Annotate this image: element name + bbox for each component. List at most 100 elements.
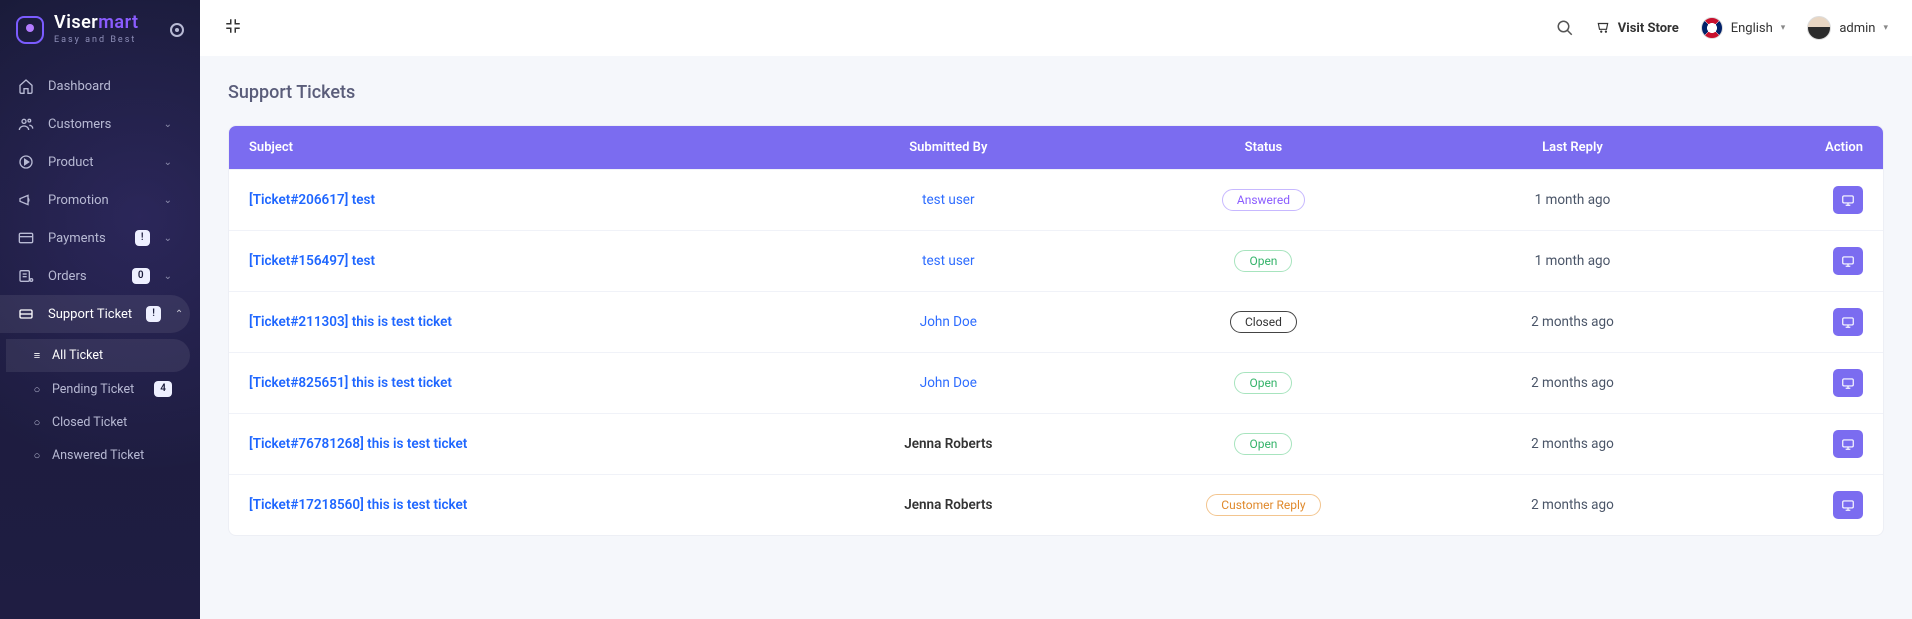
- sidebar-item-promotion[interactable]: Promotion ⌄: [0, 181, 190, 219]
- sidebar-subitem-closed-ticket[interactable]: ○ Closed Ticket: [6, 406, 190, 439]
- submitted-by: Jenna Roberts: [904, 497, 992, 513]
- badge: 0: [132, 268, 150, 284]
- submitted-by[interactable]: John Doe: [920, 375, 977, 391]
- brand-tagline: Easy and Best: [54, 36, 139, 45]
- last-reply: 2 months ago: [1531, 314, 1614, 330]
- search-button[interactable]: [1556, 19, 1574, 37]
- sidebar: Visermart Easy and Best Dashboard Custome…: [0, 0, 200, 619]
- badge: !: [135, 230, 150, 246]
- sidebar-item-label: Payments: [48, 231, 121, 246]
- sidebar-subitem-label: All Ticket: [52, 348, 172, 363]
- sidebar-subitem-all-ticket[interactable]: ≡ All Ticket: [6, 339, 190, 372]
- flag-uk-icon: [1701, 17, 1723, 39]
- badge: 4: [154, 381, 172, 397]
- sidebar-menu: DashboardCustomers⌄Product⌄Promotion⌄Pay…: [0, 63, 200, 482]
- sidebar-item-label: Promotion: [48, 193, 150, 208]
- avatar-icon: [1807, 16, 1831, 40]
- page-title: Support Tickets: [228, 82, 1884, 103]
- chevron-down-icon: ▾: [1781, 23, 1786, 33]
- chevron-down-icon: ⌄: [164, 271, 172, 282]
- submitted-by: Jenna Roberts: [904, 436, 992, 452]
- ticket-icon: [18, 306, 34, 322]
- visit-store-label: Visit Store: [1618, 21, 1679, 36]
- table-row: [Ticket#17218560] this is test ticket Jen…: [229, 475, 1883, 536]
- sidebar-item-support-ticket[interactable]: Support Ticket!⌃: [0, 295, 190, 333]
- fullscreen-toggle-icon[interactable]: [224, 17, 242, 39]
- admin-menu[interactable]: admin ▾: [1807, 16, 1888, 40]
- brand[interactable]: Visermart Easy and Best: [0, 0, 200, 63]
- ticket-subject-link[interactable]: [Ticket#211303] this is test ticket: [249, 314, 452, 330]
- submitted-by[interactable]: test user: [922, 253, 974, 269]
- chevron-down-icon: ▾: [1883, 23, 1888, 33]
- view-ticket-button[interactable]: [1833, 491, 1863, 519]
- ticket-subject-link[interactable]: [Ticket#17218560] this is test ticket: [249, 497, 467, 513]
- sidebar-subitem-answered-ticket[interactable]: ○ Answered Ticket: [6, 439, 190, 472]
- play-icon: [18, 154, 34, 170]
- status-badge: Closed: [1230, 311, 1297, 333]
- view-ticket-button[interactable]: [1833, 430, 1863, 458]
- tickets-table-card: Subject Submitted By Status Last Reply A…: [228, 125, 1884, 536]
- sidebar-subitem-label: Pending Ticket: [52, 382, 144, 397]
- th-action: Action: [1709, 126, 1883, 170]
- sidebar-item-label: Orders: [48, 269, 118, 284]
- submitted-by[interactable]: test user: [922, 192, 974, 208]
- circle-icon: ○: [32, 418, 42, 428]
- visit-store-link[interactable]: Visit Store: [1596, 20, 1679, 37]
- chevron-down-icon: ⌄: [164, 195, 172, 206]
- logo-icon: [16, 16, 44, 44]
- brand-text: Visermart Easy and Best: [54, 14, 139, 45]
- sidebar-subitem-pending-ticket[interactable]: ○Pending Ticket4: [6, 372, 190, 406]
- brand-name-right: mart: [98, 12, 138, 33]
- list-icon: ≡: [32, 351, 42, 361]
- admin-label: admin: [1839, 21, 1875, 36]
- view-ticket-button[interactable]: [1833, 369, 1863, 397]
- sidebar-item-label: Product: [48, 155, 150, 170]
- ticket-subject-link[interactable]: [Ticket#76781268] this is test ticket: [249, 436, 467, 452]
- status-badge: Answered: [1222, 189, 1305, 211]
- ticket-subject-link[interactable]: [Ticket#825651] this is test ticket: [249, 375, 452, 391]
- table-row: [Ticket#825651] this is test ticket John …: [229, 353, 1883, 414]
- language-selector[interactable]: English ▾: [1701, 17, 1786, 39]
- th-submitted-by: Submitted By: [805, 126, 1091, 170]
- chevron-down-icon: ⌄: [164, 157, 172, 168]
- tickets-table: Subject Submitted By Status Last Reply A…: [229, 126, 1883, 535]
- sidebar-item-label: Dashboard: [48, 79, 172, 94]
- th-status: Status: [1091, 126, 1435, 170]
- table-row: [Ticket#211303] this is test ticket John …: [229, 292, 1883, 353]
- sidebar-item-payments[interactable]: Payments! ⌄: [0, 219, 190, 257]
- sidebar-submenu: ≡ All Ticket ○ Pending Ticket 4 ○ Closed Ticke…: [0, 333, 200, 478]
- chevron-down-icon: ⌄: [164, 233, 172, 244]
- status-badge: Customer Reply: [1206, 494, 1320, 516]
- th-subject: Subject: [229, 126, 805, 170]
- view-ticket-button[interactable]: [1833, 186, 1863, 214]
- last-reply: 2 months ago: [1531, 497, 1614, 513]
- view-ticket-button[interactable]: [1833, 247, 1863, 275]
- megaphone-icon: [18, 192, 34, 208]
- sidebar-subitem-label: Answered Ticket: [52, 448, 172, 463]
- sidebar-item-product[interactable]: Product ⌄: [0, 143, 190, 181]
- circle-icon: ○: [32, 451, 42, 461]
- sidebar-item-orders[interactable]: Orders 0 ⌄: [0, 257, 190, 295]
- sidebar-item-customers[interactable]: Customers ⌄: [0, 105, 190, 143]
- language-label: English: [1731, 21, 1773, 36]
- chevron-up-icon: ⌃: [175, 309, 183, 320]
- orders-icon: [18, 268, 34, 284]
- content: Support Tickets Subject Submitted By Sta…: [200, 56, 1912, 562]
- sidebar-item-dashboard[interactable]: Dashboard: [0, 67, 190, 105]
- chevron-down-icon: ⌄: [164, 119, 172, 130]
- table-row: [Ticket#76781268] this is test ticket Jen…: [229, 414, 1883, 475]
- sidebar-collapse-toggle[interactable]: [170, 23, 184, 37]
- table-row: [Ticket#156497] testtest userOpen1 month…: [229, 231, 1883, 292]
- sidebar-subitem-label: Closed Ticket: [52, 415, 172, 430]
- view-ticket-button[interactable]: [1833, 308, 1863, 336]
- ticket-subject-link[interactable]: [Ticket#206617] test: [249, 192, 375, 208]
- th-last-reply: Last Reply: [1436, 126, 1710, 170]
- card-icon: [18, 230, 34, 246]
- status-badge: Open: [1234, 372, 1292, 394]
- ticket-subject-link[interactable]: [Ticket#156497] test: [249, 253, 375, 269]
- sidebar-item-label: Customers: [48, 117, 150, 132]
- submitted-by[interactable]: John Doe: [920, 314, 977, 330]
- sidebar-item-label: Support Ticket: [48, 307, 132, 322]
- last-reply: 1 month ago: [1535, 192, 1611, 208]
- users-icon: [18, 116, 34, 132]
